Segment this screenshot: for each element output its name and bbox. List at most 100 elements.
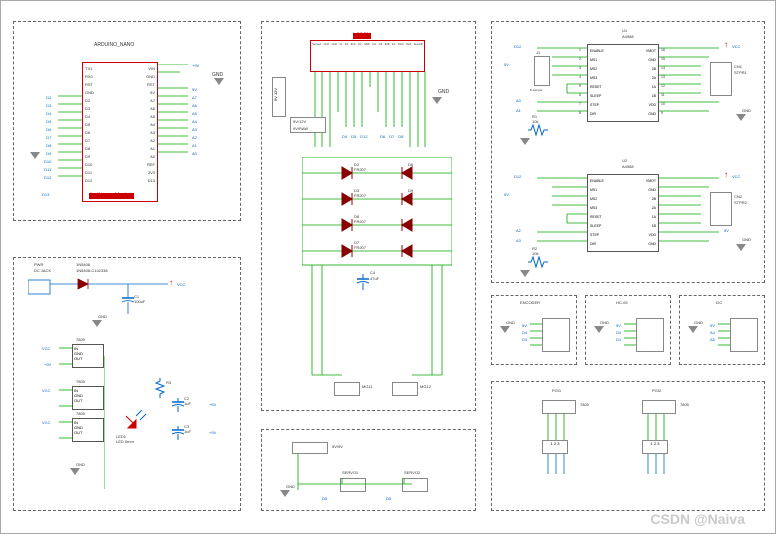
u1-d12: D12 xyxy=(514,44,521,49)
enc-gnd: GND xyxy=(506,320,515,325)
led1: LED1LED 5mm xyxy=(116,434,134,444)
motor-conn-1[interactable] xyxy=(334,382,360,396)
gnd-pwr: GND xyxy=(98,314,107,319)
i2c-conn[interactable] xyxy=(730,318,758,352)
pgi1: PGI1 xyxy=(552,388,561,393)
servo-d5a: D5 xyxy=(322,496,327,501)
diode1: 1N5408 xyxy=(76,262,90,267)
gnd-icon xyxy=(736,244,746,251)
gnd-icon xyxy=(500,326,510,333)
j1-ref: J1 xyxy=(536,50,540,55)
hc05-conn[interactable] xyxy=(636,318,664,352)
vcc-arrow: ↑ xyxy=(724,40,728,49)
vcc-u2: VCC xyxy=(732,174,740,179)
mg11: MG11 xyxy=(362,384,373,389)
reg-7805-1-in: VCC xyxy=(42,388,50,393)
j1-label: 8 Jumper xyxy=(530,88,543,92)
servo-block: 5V/9V SERVO1 SERVO2 GND D5 D5 xyxy=(261,429,476,511)
hc05-block: HC-05 GND 5VD0D1 xyxy=(585,295,671,365)
encoder-title: ENCODER xyxy=(520,300,540,305)
u1-ref: U1 xyxy=(622,28,627,33)
vcc-u1: VCC xyxy=(732,44,740,49)
hc05-title: HC-05 xyxy=(616,300,628,305)
gnd-icon xyxy=(736,114,746,121)
reg-7805-2-in: VCC xyxy=(42,420,50,425)
diode-d8: D8FR207 xyxy=(354,214,366,224)
gnd-icon xyxy=(688,326,698,333)
diode-d6: D6 xyxy=(408,162,413,167)
d13-label: D13 xyxy=(42,192,49,197)
pgi-7805a: 7805 xyxy=(580,402,589,407)
arduino-title: ARDUINO_NANO xyxy=(94,42,134,48)
gnd-icon xyxy=(520,270,530,277)
gnd-icon xyxy=(520,138,530,145)
u2-5v-right: 5V xyxy=(724,228,729,233)
servo-d5b: D5 xyxy=(386,496,391,501)
gnd-pwr2: GND xyxy=(76,462,85,467)
servo-header[interactable] xyxy=(292,442,328,454)
gnd-u1: GND xyxy=(742,108,751,113)
watermark: CSDN @Naiva xyxy=(650,511,745,527)
a4988-block: U1 A4988 ENABLEMS1MS2MS3RESETSLEEPSTEPDI… xyxy=(491,21,765,283)
plus5v: +5V xyxy=(209,402,216,407)
pgi2-reg[interactable] xyxy=(642,400,676,414)
pgi2: PGI2 xyxy=(652,388,661,393)
pgi1-reg[interactable] xyxy=(542,400,576,414)
u2-5v: 5V xyxy=(504,192,509,197)
r3: R3 xyxy=(166,380,171,385)
diode2: 1N5408-C142338 xyxy=(76,268,108,273)
cn2-part: STPR2 xyxy=(734,200,747,205)
plus9v: +9V xyxy=(209,430,216,435)
diode-d7: D7FR207 xyxy=(354,240,366,250)
reg-7805-1: INGNDOUT xyxy=(72,386,104,410)
i2c-gnd: GND xyxy=(694,320,703,325)
gnd-icon xyxy=(432,97,442,104)
u1-a0: A0 xyxy=(516,98,521,103)
motor-conn-2[interactable] xyxy=(392,382,418,396)
cn2[interactable] xyxy=(710,192,732,226)
u2-ic: ENABLEMS1MS2MS3RESETSLEEPSTEPDIR VMOTGND… xyxy=(587,174,659,252)
diode-d3: D3FR207 xyxy=(354,188,366,198)
arduino-module-label: ArdNano Module xyxy=(89,193,134,199)
jumper-j1[interactable] xyxy=(534,56,550,86)
reg-7809-in: VCC xyxy=(42,346,50,351)
voltage-switch[interactable]: 9V 12V xyxy=(272,77,286,117)
vcc-arrow: ↑ xyxy=(724,170,728,179)
l298n-title: L298N xyxy=(353,33,371,39)
u2-a3: A3 xyxy=(516,238,521,243)
u2-ref: U2 xyxy=(622,158,627,163)
vcc-pwr: VCC xyxy=(177,282,185,287)
r2: R210k xyxy=(532,246,538,256)
gnd-u2: GND xyxy=(742,237,751,242)
l298n-ic: L298N SenseAOut1Out2VsIn1EnAIn2GNDVssIn3… xyxy=(310,40,425,72)
encoder-conn[interactable] xyxy=(542,318,570,352)
cn1-part: STPR1 xyxy=(734,70,747,75)
diode-d9: D9 xyxy=(408,188,413,193)
u2-part: A4988 xyxy=(622,164,634,169)
u2-a2: A2 xyxy=(516,228,521,233)
reg-7809: INGNDOUT xyxy=(72,344,104,368)
u2-d12: D12 xyxy=(514,174,521,179)
c3: C31uF xyxy=(184,424,191,434)
u1-5v: 5V xyxy=(504,62,509,67)
gnd-icon xyxy=(280,490,290,497)
l298n-block: L298N SenseAOut1Out2VsIn1EnAIn2GNDVssIn3… xyxy=(261,21,476,411)
reg-7809-ref: 7809 xyxy=(76,337,85,342)
gnd-icon xyxy=(70,468,80,475)
reg-7805-1-ref: 7805 xyxy=(76,379,85,384)
gnd-icon xyxy=(30,152,40,159)
reg-7805-2-ref: 7805 xyxy=(76,411,85,416)
cn1[interactable] xyxy=(710,62,732,96)
cn2-ref: CN2 xyxy=(734,194,742,199)
gnd-icon xyxy=(594,326,604,333)
raw-switch[interactable]: 9V/12V 9V/RAW xyxy=(290,117,326,133)
hc05-gnd: GND xyxy=(600,320,609,325)
u1-a1: A1 xyxy=(516,108,521,113)
gnd-icon xyxy=(92,320,102,327)
arduino-block: ARDUINO_NANO TX1RX0RSTGNDD2D3D4D5D6D7D8D… xyxy=(13,21,241,221)
arduino-ic: TX1RX0RSTGNDD2D3D4D5D6D7D8D9D10D11D12 VI… xyxy=(82,62,158,202)
power-block: PWR DC JACK 1N5408 1N5408-C142338 C1100u… xyxy=(13,257,241,511)
u1-ic: ENABLEMS1MS2MS3RESETSLEEPSTEPDIR VMOTGND… xyxy=(587,44,659,122)
pwr-title: PWR xyxy=(34,262,43,267)
c2: C21uF xyxy=(184,396,191,406)
